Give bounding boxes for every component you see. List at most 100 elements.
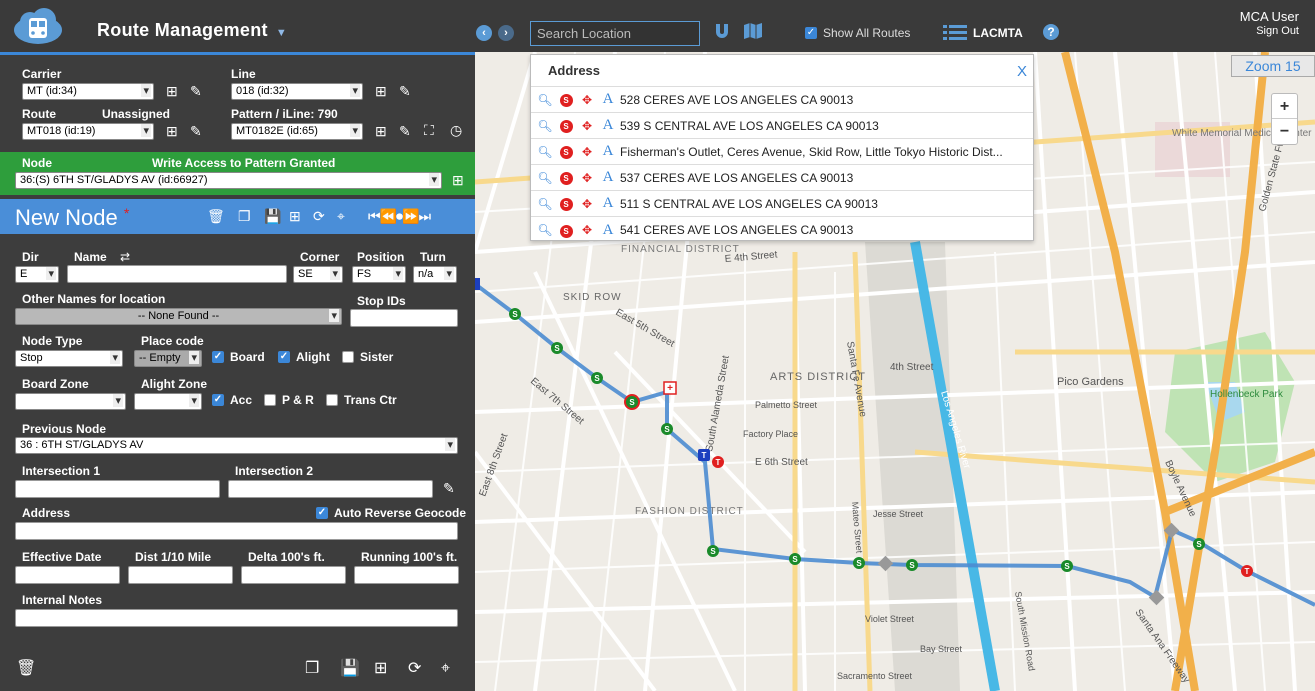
other-names-select[interactable]: -- None Found -- [15, 308, 342, 325]
line-select[interactable]: 018 (id:32) [231, 83, 363, 100]
crosshair-icon[interactable]: ✥ [578, 119, 596, 133]
stop-icon[interactable]: S [559, 198, 573, 211]
crosshair-icon[interactable]: ✥ [578, 93, 596, 107]
copy-icon[interactable]: ❐ [305, 661, 319, 677]
sister-checkbox[interactable]: Sister [342, 350, 393, 364]
copy-icon[interactable]: ❐ [238, 209, 251, 223]
crosshair-icon[interactable]: ✥ [578, 197, 596, 211]
crosshair-icon[interactable]: ✥ [578, 171, 596, 185]
add-icon[interactable]: ⊞ [374, 661, 387, 677]
zoom-out-button[interactable]: − [1272, 119, 1297, 144]
show-all-routes-toggle[interactable]: ✓ Show All Routes [805, 26, 910, 40]
add-icon[interactable]: ⊞ [452, 173, 464, 187]
crosshair-icon[interactable]: ⌖ [337, 209, 345, 223]
route-select[interactable]: MT018 (id:19) [22, 123, 154, 140]
trash-icon[interactable]: 🗑 [207, 209, 225, 223]
checkbox-empty-icon[interactable] [342, 351, 354, 363]
stop-icon[interactable]: S [559, 120, 573, 133]
checkbox-empty-icon[interactable] [264, 394, 276, 406]
crop-icon[interactable]: ⛶ [424, 123, 434, 137]
refresh-icon[interactable]: ⟳ [313, 209, 325, 223]
address-result-row[interactable]: 🔍︎ S ✥ A 537 CERES AVE LOS ANGELES CA 90013 [531, 165, 1033, 191]
search-input[interactable]: Search Location [530, 21, 700, 46]
search-icon[interactable]: 🔍︎ [536, 93, 554, 107]
stop-icon[interactable]: S [559, 224, 573, 238]
intersection2-input[interactable] [228, 480, 433, 498]
carrier-select[interactable]: MT (id:34) [22, 83, 154, 100]
delta-input[interactable] [241, 566, 346, 584]
crosshair-icon[interactable]: ✥ [578, 223, 596, 237]
pattern-select[interactable]: MT0182E (id:65) [231, 123, 363, 140]
agency-menu[interactable]: LACMTA [943, 24, 1023, 42]
node-type-select[interactable]: Stop [15, 350, 123, 367]
stop-marker[interactable]: S [1193, 538, 1205, 550]
checkbox-checked-icon[interactable]: ✓ [212, 351, 224, 363]
media-controls-icon[interactable]: ⏮⏪⏺⏩⏭ [368, 209, 431, 223]
board-zone-select[interactable] [15, 393, 126, 410]
checkbox-empty-icon[interactable] [326, 394, 338, 406]
address-icon[interactable]: A [599, 169, 617, 186]
help-icon[interactable]: ? [1043, 24, 1059, 40]
dist-input[interactable] [128, 566, 233, 584]
add-icon[interactable]: ⊞ [289, 209, 301, 223]
forward-icon[interactable]: › [498, 25, 514, 41]
address-icon[interactable]: A [599, 195, 617, 212]
place-code-select[interactable]: -- Empty [134, 350, 202, 367]
address-icon[interactable]: A [599, 117, 617, 134]
address-icon[interactable]: A [599, 143, 617, 160]
position-select[interactable]: FS [352, 266, 406, 283]
new-node-marker[interactable]: + [663, 381, 677, 395]
edit-icon[interactable]: ✎ [443, 481, 455, 495]
stop-marker[interactable]: S [661, 423, 673, 435]
checkbox-checked-icon[interactable]: ✓ [212, 394, 224, 406]
acc-checkbox[interactable]: ✓ Acc [212, 393, 252, 407]
stop-marker[interactable]: S [509, 308, 521, 320]
search-icon[interactable]: 🔍︎ [536, 145, 554, 159]
address-result-row[interactable]: 🔍︎ S ✥ A 541 CERES AVE LOS ANGELES CA 90013 [531, 217, 1033, 243]
address-input[interactable] [15, 522, 458, 540]
address-result-row[interactable]: 🔍︎ S ✥ A 539 S CENTRAL AVE LOS ANGELES CA 90… [531, 113, 1033, 139]
stop-icon[interactable]: S [559, 94, 573, 107]
crosshair-icon[interactable]: ✥ [578, 145, 596, 159]
checkbox-checked-icon[interactable]: ✓ [316, 507, 328, 519]
timepoint-marker[interactable]: T [698, 449, 710, 461]
back-icon[interactable]: ‹ [476, 25, 492, 41]
edit-icon[interactable]: ✎ [399, 124, 411, 138]
timepoint-marker[interactable]: T [1241, 565, 1253, 577]
corner-select[interactable]: SE [293, 266, 343, 283]
stop-marker[interactable]: S [906, 559, 918, 571]
trans-ctr-checkbox[interactable]: Trans Ctr [326, 393, 397, 407]
zoom-in-button[interactable]: + [1272, 94, 1297, 119]
clock-icon[interactable]: ◷ [450, 123, 462, 137]
checkbox-checked-icon[interactable]: ✓ [805, 27, 817, 39]
alight-zone-select[interactable] [134, 393, 202, 410]
stop-marker[interactable]: S [789, 553, 801, 565]
turn-select[interactable]: n/a [413, 266, 457, 283]
edit-icon[interactable]: ✎ [190, 84, 202, 98]
refresh-icon[interactable]: ⟳ [408, 661, 421, 677]
search-icon[interactable]: 🔍︎ [536, 171, 554, 185]
address-result-row[interactable]: 🔍︎ S ✥ A Fisherman's Outlet, Ceres Avenue, S… [531, 139, 1033, 165]
stop-marker[interactable]: S [591, 372, 603, 384]
app-title[interactable]: Route Management ▼ [97, 20, 287, 41]
stop-marker[interactable]: S [707, 545, 719, 557]
search-icon[interactable]: 🔍︎ [536, 223, 554, 237]
stop-marker[interactable]: S [853, 557, 865, 569]
previous-node-select[interactable]: 36 : 6TH ST/GLADYS AV [15, 437, 458, 454]
swap-icon[interactable]: ⇄ [120, 250, 130, 264]
address-icon[interactable]: A [599, 91, 617, 108]
add-icon[interactable]: ⊞ [375, 84, 387, 98]
add-icon[interactable]: ⊞ [166, 124, 178, 138]
timepoint-marker[interactable]: T [712, 456, 724, 468]
edit-icon[interactable]: ✎ [190, 124, 202, 138]
close-icon[interactable]: X [1017, 63, 1027, 80]
stop-marker[interactable]: S [624, 394, 640, 410]
address-result-row[interactable]: 🔍︎ S ✥ A 511 S CENTRAL AVE LOS ANGELES CA 90… [531, 191, 1033, 217]
auto-reverse-geocode-checkbox[interactable]: ✓ Auto Reverse Geocode [316, 506, 466, 520]
name-input[interactable] [67, 265, 287, 283]
effective-date-input[interactable] [15, 566, 120, 584]
stop-marker[interactable]: S [1061, 560, 1073, 572]
board-checkbox[interactable]: ✓ Board [212, 350, 265, 364]
address-result-row[interactable]: 🔍︎ S ✥ A 528 CERES AVE LOS ANGELES CA 90013 [531, 87, 1033, 113]
park-ride-checkbox[interactable]: P & R [264, 393, 314, 407]
